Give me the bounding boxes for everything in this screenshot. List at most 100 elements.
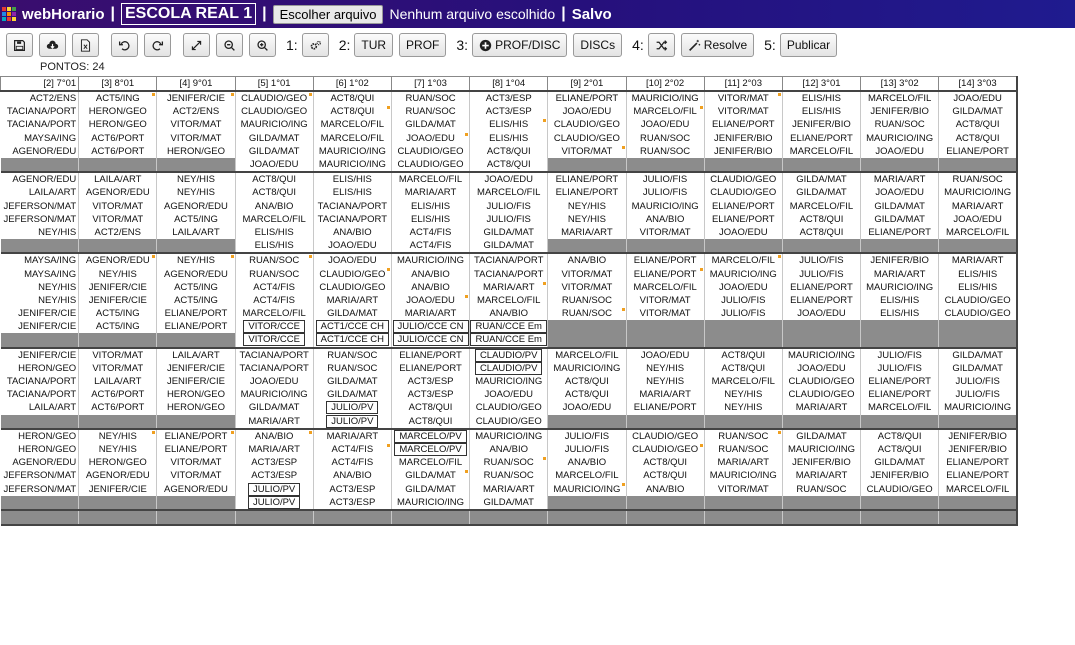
lesson-cell[interactable]: ACT4/FIS <box>391 225 471 240</box>
lesson-cell[interactable]: ACT3/ESP <box>469 91 549 106</box>
lesson-cell[interactable]: GILDA/MAT <box>782 428 862 443</box>
lesson-cell[interactable]: JULIO/PV <box>235 495 314 511</box>
lesson-cell[interactable]: MAYSA/ING <box>0 267 80 281</box>
column-header[interactable]: [3] 8°01 <box>78 76 158 92</box>
lesson-cell[interactable]: JULIO/FIS <box>704 293 783 307</box>
lesson-cell[interactable] <box>626 333 705 349</box>
lesson-cell[interactable]: MARCELO/PV <box>391 428 471 443</box>
lesson-cell[interactable]: JOAO/EDU <box>313 253 392 268</box>
lesson-cell[interactable]: ELIANE/PORT <box>782 293 862 307</box>
lesson-cell[interactable]: ACT2/ENS <box>0 91 80 106</box>
lesson-cell[interactable]: CLAUDIO/GEO <box>782 388 862 402</box>
lesson-cell[interactable]: ACT8/QUI <box>704 361 783 375</box>
lesson-cell[interactable]: HERON/GEO <box>0 428 80 443</box>
lesson-cell[interactable]: RUAN/SOC <box>938 172 1019 187</box>
lesson-cell[interactable]: CLAUDIO/GEO <box>626 442 705 457</box>
lesson-cell[interactable]: ACT5/ING <box>78 320 158 334</box>
lesson-cell[interactable]: ELIS/HIS <box>782 91 862 106</box>
lesson-cell[interactable]: RUAN/SOC <box>235 253 314 268</box>
lesson-cell[interactable] <box>938 157 1019 174</box>
lesson-cell[interactable]: VITOR/MAT <box>547 267 627 281</box>
lesson-cell[interactable]: ELIANE/PORT <box>860 388 940 402</box>
lesson-cell[interactable]: VITOR/MAT <box>78 199 158 213</box>
lesson-cell[interactable]: JENIFER/CIE <box>156 361 236 375</box>
lesson-cell[interactable] <box>547 414 627 430</box>
lesson-cell[interactable]: ELIANE/PORT <box>547 91 627 106</box>
lesson-cell[interactable]: JULIO/FIS <box>938 388 1019 402</box>
lesson-cell[interactable]: CLAUDIO/GEO <box>860 482 940 496</box>
lesson-cell[interactable]: JOAO/EDU <box>626 118 705 132</box>
lesson-cell[interactable]: ANA/BIO <box>391 267 471 281</box>
lesson-cell[interactable]: JULIO/FIS <box>782 267 862 281</box>
lesson-cell[interactable]: JENIFER/CIE <box>156 91 236 106</box>
lesson-cell[interactable]: MAURICIO/ING <box>704 267 783 281</box>
lesson-cell[interactable]: VITOR/MAT <box>78 212 158 226</box>
lesson-cell[interactable]: NEY/HIS <box>0 293 80 307</box>
lesson-cell[interactable]: ELIANE/PORT <box>626 253 705 268</box>
column-header[interactable]: [8] 1°04 <box>469 76 549 92</box>
lesson-cell[interactable]: ELIANE/PORT <box>860 225 940 240</box>
lesson-cell[interactable]: ELIS/HIS <box>860 293 940 307</box>
lesson-cell[interactable]: CLAUDIO/GEO <box>626 428 705 443</box>
lesson-cell[interactable]: JENIFER/BIO <box>782 456 862 470</box>
lesson-cell[interactable]: JOAO/EDU <box>860 144 940 158</box>
lesson-cell[interactable]: MARCELO/FIL <box>469 293 549 307</box>
lesson-cell[interactable]: AGENOR/EDU <box>0 144 80 158</box>
lesson-cell[interactable]: ACT8/QUI <box>469 157 549 174</box>
lesson-cell[interactable]: NEY/HIS <box>78 428 158 443</box>
lesson-cell[interactable]: GILDA/MAT <box>391 118 471 132</box>
lesson-cell[interactable]: JULIO/FIS <box>860 347 940 362</box>
lesson-cell[interactable]: JEFERSON/MAT <box>0 199 80 213</box>
lesson-cell[interactable]: JENIFER/BIO <box>704 131 783 145</box>
lesson-cell[interactable]: ACT6/PORT <box>78 144 158 158</box>
lesson-cell[interactable]: RUAN/SOC <box>626 131 705 145</box>
lesson-cell[interactable] <box>626 495 705 511</box>
lesson-cell[interactable]: ACT6/PORT <box>78 401 158 415</box>
lesson-cell[interactable]: CLAUDIO/GEO <box>469 414 549 430</box>
lesson-cell[interactable]: ANA/BIO <box>547 456 627 470</box>
lesson-cell[interactable]: JULIO/FIS <box>782 253 862 268</box>
lesson-cell[interactable]: JOAO/EDU <box>626 347 705 362</box>
lesson-cell[interactable]: NEY/HIS <box>78 267 158 281</box>
publish-button[interactable]: Publicar <box>779 33 838 57</box>
lesson-cell[interactable]: ELIANE/PORT <box>391 361 471 375</box>
lesson-cell[interactable]: MARCELO/FIL <box>704 374 783 389</box>
lesson-cell[interactable]: MARCELO/FIL <box>938 482 1019 496</box>
lesson-cell[interactable]: GILDA/MAT <box>235 131 314 145</box>
lesson-cell[interactable]: CLAUDIO/GEO <box>547 131 627 145</box>
lesson-cell[interactable]: AGENOR/EDU <box>78 469 158 483</box>
lesson-cell[interactable]: NEY/HIS <box>704 388 783 402</box>
lesson-cell[interactable]: MARIA/ART <box>938 253 1019 268</box>
lesson-cell[interactable] <box>78 157 158 174</box>
lesson-cell[interactable]: JOAO/EDU <box>469 388 549 402</box>
lesson-cell[interactable]: JOAO/EDU <box>313 239 392 255</box>
lesson-cell[interactable]: MAURICIO/ING <box>704 469 783 483</box>
lesson-cell[interactable]: MARCELO/FIL <box>391 172 471 187</box>
lesson-cell[interactable] <box>782 333 862 349</box>
lesson-cell[interactable]: ELIS/HIS <box>938 280 1019 294</box>
lesson-cell[interactable]: JOAO/EDU <box>547 105 627 119</box>
lesson-cell[interactable] <box>156 157 236 174</box>
lesson-cell[interactable]: RUAN/SOC <box>547 307 627 321</box>
lesson-cell[interactable]: JENIFER/BIO <box>860 105 940 119</box>
lesson-cell[interactable]: MAYSA/ING <box>0 253 80 268</box>
lesson-cell[interactable]: JEFERSON/MAT <box>0 212 80 226</box>
lesson-cell[interactable]: JULIO/FIS <box>860 361 940 375</box>
lesson-cell[interactable]: MARIA/ART <box>782 401 862 415</box>
lesson-cell[interactable]: ANA/BIO <box>469 307 549 321</box>
lesson-cell[interactable]: JULIO/FIS <box>469 199 549 213</box>
lesson-cell[interactable]: VITOR/MAT <box>626 293 705 307</box>
lesson-cell[interactable]: NEY/HIS <box>547 212 627 226</box>
lesson-cell[interactable]: ACT8/QUI <box>704 347 783 362</box>
lesson-cell[interactable]: MAURICIO/ING <box>469 374 549 389</box>
lesson-cell[interactable]: MAURICIO/ING <box>938 186 1019 200</box>
lesson-cell[interactable]: JULIO/PV <box>235 482 314 496</box>
lesson-cell[interactable]: ACT2/ENS <box>156 105 236 119</box>
lesson-cell[interactable]: RUAN/SOC <box>704 428 783 443</box>
lesson-cell[interactable]: RUAN/SOC <box>782 482 862 496</box>
lesson-cell[interactable] <box>78 495 158 511</box>
lesson-cell[interactable]: ELIANE/PORT <box>938 144 1019 158</box>
lesson-cell[interactable]: GILDA/MAT <box>782 172 862 187</box>
lesson-cell[interactable]: MAURICIO/ING <box>547 361 627 375</box>
lesson-cell[interactable]: MARCELO/FIL <box>782 144 862 158</box>
